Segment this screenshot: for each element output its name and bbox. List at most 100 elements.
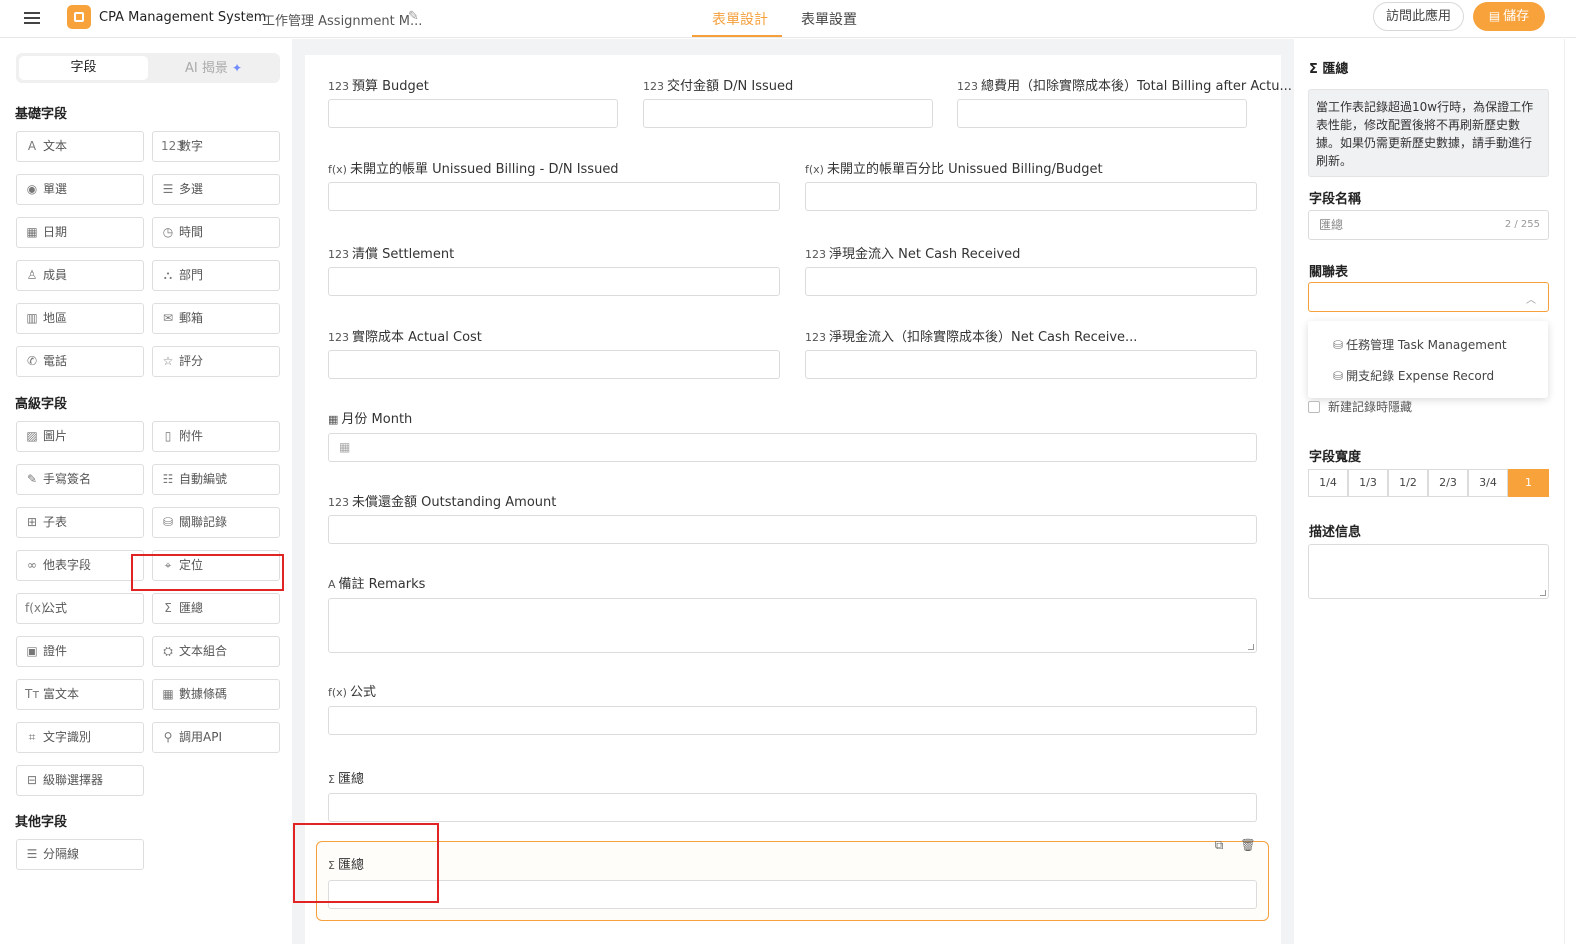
description-input[interactable] [1308, 544, 1549, 599]
field-button-advanced-9[interactable]: Σ 匯總 [152, 593, 280, 624]
form-field-input[interactable] [805, 350, 1257, 379]
form-field-input[interactable] [328, 706, 1257, 735]
field-button-advanced-3[interactable]: ☷ 自動編號 [152, 464, 280, 495]
hide-on-new-row[interactable]: 新建記錄時隱藏 [1308, 398, 1412, 415]
form-field-input[interactable] [957, 99, 1247, 128]
width-option-3[interactable]: 2/3 [1428, 469, 1468, 497]
field-button-advanced-2[interactable]: ✎ 手寫簽名 [16, 464, 144, 495]
form-field-input[interactable] [328, 793, 1257, 822]
field-button-label: 證件 [43, 644, 68, 658]
form-field-label: 123 預算 Budget [328, 75, 429, 94]
form-field-input[interactable] [328, 182, 780, 211]
form-field-label-text: 公式 [349, 685, 376, 700]
form-name: 工作管理 Assignment M... [262, 14, 423, 29]
copy-icon[interactable]: ⧉ [1208, 838, 1230, 856]
field-type-icon: ▨ [26, 429, 38, 443]
dropdown-option-expense-record[interactable]: ⛁ 開支紀錄 Expense Record [1333, 367, 1494, 384]
form-field-label-text: 預算 Budget [352, 79, 429, 94]
hide-on-new-checkbox[interactable] [1308, 401, 1320, 413]
field-button-advanced-14[interactable]: ⌗ 文字識別 [16, 722, 144, 753]
field-name-input[interactable]: 匯總 2 / 255 [1308, 210, 1549, 240]
field-button-advanced-16[interactable]: ⊟ 級聯選擇器 [16, 765, 144, 796]
edit-icon[interactable]: ✎ [408, 9, 419, 24]
field-button-basic-8[interactable]: ▥ 地區 [16, 303, 144, 334]
field-type-icon: 123 [328, 248, 349, 261]
delete-icon[interactable]: 🗑 [1237, 838, 1259, 856]
field-button-advanced-8[interactable]: f(x)公式 [16, 593, 144, 624]
field-button-label: 數字 [179, 139, 204, 153]
tab-form-settings[interactable]: 表單設置 [801, 9, 857, 29]
field-button-advanced-1[interactable]: ▯ 附件 [152, 421, 280, 452]
field-name-label: 字段名稱 [1309, 192, 1362, 207]
field-button-label: 成員 [43, 268, 68, 282]
width-option-4[interactable]: 3/4 [1468, 469, 1508, 497]
resize-handle[interactable] [1248, 644, 1254, 650]
field-button-basic-0[interactable]: A 文本 [16, 131, 144, 162]
seg-ai-tab[interactable]: AI 揭景 ✦ [149, 56, 278, 80]
seg-fields-tab[interactable]: 字段 [19, 56, 148, 80]
field-button-advanced-12[interactable]: Tт 富文本 [16, 679, 144, 710]
performance-notice: 當工作表記錄超過10w行時，為保證工作表性能，修改配置後將不再刷新歷史數據。如果… [1308, 89, 1549, 177]
save-button[interactable]: ▤ 儲存 [1473, 2, 1545, 31]
field-button-label: 子表 [43, 515, 68, 529]
properties-title: Σ 匯總 [1309, 58, 1348, 77]
linked-table-dropdown: ⛁ 任務管理 Task Management ⛁ 開支紀錄 Expense Reco… [1308, 321, 1548, 398]
field-type-icon: ◉ [26, 182, 38, 196]
field-button-basic-11[interactable]: ☆ 評分 [152, 346, 280, 377]
field-button-advanced-0[interactable]: ▨ 圖片 [16, 421, 144, 452]
form-field-input[interactable] [328, 515, 1257, 544]
field-button-advanced-6[interactable]: ∞ 他表字段 [16, 550, 144, 581]
field-button-basic-9[interactable]: ✉ 郵箱 [152, 303, 280, 334]
form-field-label: 123 未償還金額 Outstanding Amount [328, 491, 556, 510]
field-type-icon: f(x) [25, 601, 46, 615]
width-option-5[interactable]: 1 [1508, 469, 1549, 497]
dropdown-option-task-management[interactable]: ⛁ 任務管理 Task Management [1333, 336, 1507, 353]
field-type-icon: Σ [164, 601, 172, 615]
form-field-input[interactable] [328, 267, 780, 296]
form-field-input[interactable] [805, 182, 1257, 211]
field-button-label: 時間 [179, 225, 204, 239]
field-button-advanced-10[interactable]: ▣ 證件 [16, 636, 144, 667]
field-button-advanced-11[interactable]: ⛭ 文本組合 [152, 636, 280, 667]
form-field-input[interactable] [328, 350, 780, 379]
field-button-basic-10[interactable]: ✆ 電話 [16, 346, 144, 377]
field-type-icon: ▦ [162, 687, 174, 701]
form-field-input[interactable] [805, 267, 1257, 296]
width-option-0[interactable]: 1/4 [1308, 469, 1348, 497]
form-field-input[interactable] [328, 99, 618, 128]
visit-app-button[interactable]: 訪問此應用 [1373, 2, 1464, 31]
resize-handle[interactable] [1540, 590, 1546, 596]
width-option-2[interactable]: 1/2 [1388, 469, 1428, 497]
field-button-advanced-15[interactable]: ⚲ 調用API [152, 722, 280, 753]
scrollbar[interactable] [1564, 39, 1576, 944]
field-button-advanced-4[interactable]: ⊞ 子表 [16, 507, 144, 538]
field-button-basic-7[interactable]: ⛬ 部門 [152, 260, 280, 291]
app-name[interactable]: CPA Management System [99, 10, 266, 25]
form-field-label-text: 未開立的帳單 Unissued Billing - D/N Issued [349, 162, 619, 177]
field-button-other-0[interactable]: ☰ 分隔線 [16, 839, 144, 870]
form-field-label: A 備註 Remarks [328, 573, 425, 592]
field-button-basic-2[interactable]: ◉ 單選 [16, 174, 144, 205]
menu-icon[interactable] [22, 9, 42, 29]
field-button-basic-5[interactable]: ◷ 時間 [152, 217, 280, 248]
form-field-input[interactable] [328, 598, 1257, 653]
field-button-basic-4[interactable]: ▦ 日期 [16, 217, 144, 248]
field-button-basic-3[interactable]: ☰ 多選 [152, 174, 280, 205]
field-button-label: 地區 [43, 311, 68, 325]
field-type-icon: 123 [805, 331, 826, 344]
field-button-basic-1[interactable]: 123數字 [152, 131, 280, 162]
other-fields-title: 其他字段 [15, 815, 68, 830]
field-type-icon: ✉ [162, 311, 174, 325]
width-option-1[interactable]: 1/3 [1348, 469, 1388, 497]
linked-table-select[interactable]: ︿ [1308, 282, 1549, 312]
field-button-basic-6[interactable]: ♙ 成員 [16, 260, 144, 291]
field-type-icon: f(x) [805, 163, 824, 176]
field-button-advanced-13[interactable]: ▦ 數據條碼 [152, 679, 280, 710]
form-field-input[interactable] [643, 99, 933, 128]
form-field-input[interactable] [328, 880, 1257, 909]
form-field-input[interactable]: ▦ [328, 433, 1257, 462]
form-field-label-text: 備註 Remarks [338, 577, 426, 592]
field-button-advanced-5[interactable]: ⛁ 關聯記錄 [152, 507, 280, 538]
field-type-icon: ▥ [26, 311, 38, 325]
tab-form-design[interactable]: 表單設計 [712, 9, 768, 29]
